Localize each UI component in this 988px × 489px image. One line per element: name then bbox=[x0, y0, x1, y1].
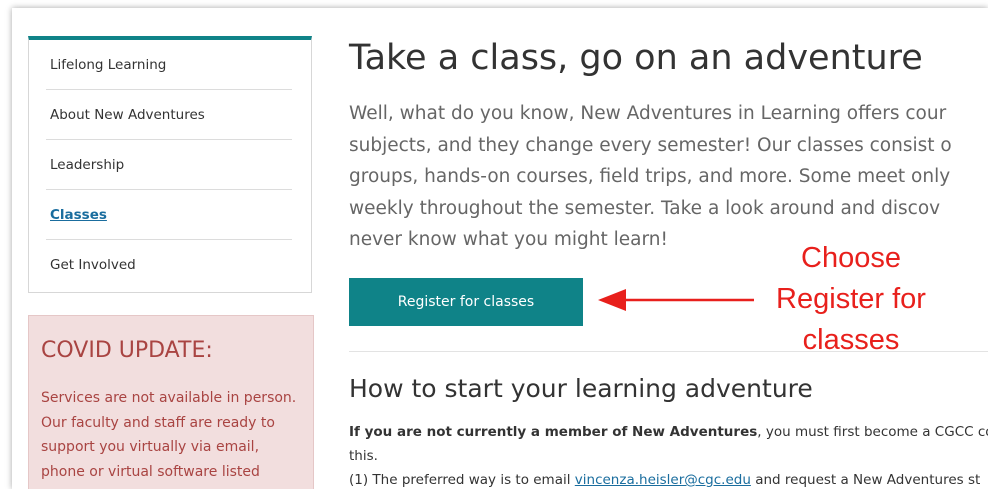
browser-page: Lifelong Learning About New Adventures L… bbox=[12, 8, 988, 489]
annotation-arrow-icon bbox=[598, 289, 754, 311]
intro-paragraph: Well, what do you know, New Adventures i… bbox=[349, 103, 952, 250]
covid-alert-box: COVID UPDATE: Services are not available… bbox=[28, 315, 314, 489]
page-title: Take a class, go on an adventure bbox=[349, 38, 923, 78]
membership-paragraph: If you are not currently a member of New… bbox=[349, 424, 988, 488]
covid-title: COVID UPDATE: bbox=[41, 338, 213, 363]
sidebar-item-classes[interactable]: Classes bbox=[46, 190, 292, 240]
sidebar-item-leadership[interactable]: Leadership bbox=[46, 140, 292, 190]
email-link[interactable]: vincenza.heisler@cgc.edu bbox=[575, 472, 751, 488]
register-for-classes-button[interactable]: Register for classes bbox=[349, 278, 583, 326]
sidebar-item-get-involved[interactable]: Get Involved bbox=[46, 240, 292, 289]
section-heading: How to start your learning adventure bbox=[349, 374, 813, 403]
sidebar-item-about-new-adventures[interactable]: About New Adventures bbox=[46, 90, 292, 140]
section-divider bbox=[349, 351, 988, 352]
annotation-text: Choose Register for classes bbox=[776, 242, 926, 356]
sidebar-nav: Lifelong Learning About New Adventures L… bbox=[28, 36, 312, 293]
covid-text: Services are not available in person. Ou… bbox=[41, 390, 297, 480]
sidebar-item-lifelong-learning[interactable]: Lifelong Learning bbox=[46, 40, 292, 90]
